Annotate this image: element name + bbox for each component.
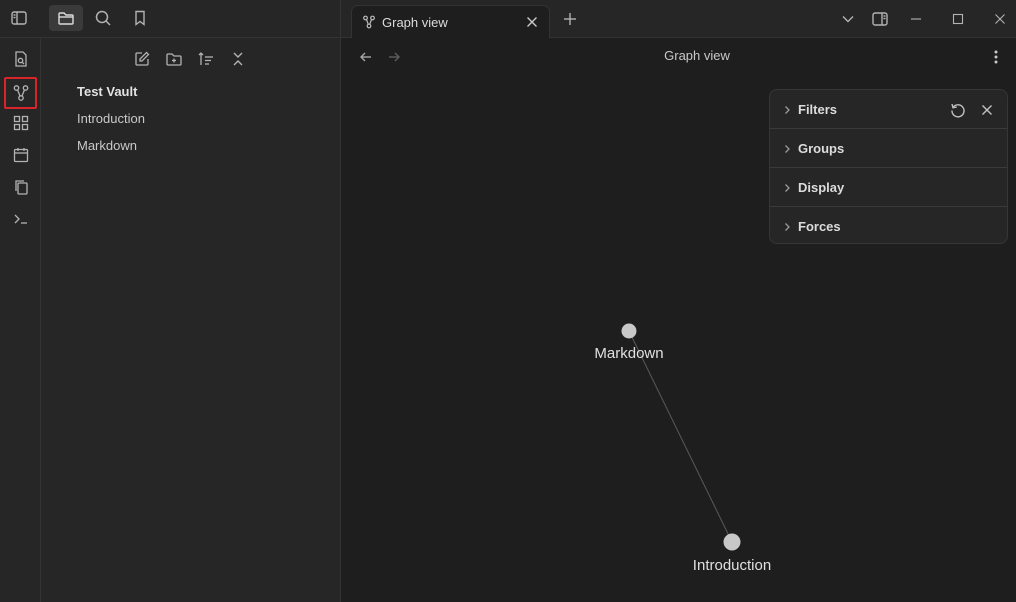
graph-edge [628, 330, 733, 543]
chevron-right-icon [782, 144, 792, 154]
maximize-button[interactable] [948, 9, 968, 29]
section-groups[interactable]: Groups [770, 129, 1007, 168]
collapse-all-button[interactable] [227, 48, 249, 70]
reset-icon [951, 103, 965, 118]
close-tab-icon[interactable] [525, 15, 539, 29]
graph-settings-panel: Filters Groups Display Forces [769, 89, 1008, 244]
toggle-right-sidebar-button[interactable] [870, 9, 890, 29]
new-tab-button[interactable] [560, 9, 580, 29]
graph-icon [13, 85, 28, 101]
graph-node-label: Markdown [594, 345, 664, 362]
new-note-button[interactable] [131, 48, 153, 70]
tab-graph-view[interactable]: Graph view [351, 5, 550, 38]
file-item-markdown[interactable]: Markdown [77, 138, 145, 165]
graph-node-introduction[interactable] [723, 533, 741, 551]
search-icon [95, 10, 111, 26]
new-folder-button[interactable] [163, 48, 185, 70]
minimize-button[interactable] [906, 9, 926, 29]
section-filters[interactable]: Filters [770, 90, 1007, 129]
graph-node-label: Introduction [692, 557, 772, 574]
open-quick-switcher-button[interactable] [5, 45, 36, 73]
section-label: Filters [798, 102, 838, 117]
close-window-button[interactable] [990, 9, 1010, 29]
open-graph-view-button[interactable] [4, 77, 37, 109]
open-daily-note-button[interactable] [5, 141, 36, 169]
toggle-sidebar-button[interactable] [2, 5, 36, 31]
search-tab-button[interactable] [86, 5, 120, 31]
section-forces[interactable]: Forces [770, 207, 1007, 246]
graph-view-pane: Graph view Markdown Introduction Filters… [341, 38, 1016, 602]
copy-icon [14, 180, 28, 195]
sidebar-header [0, 0, 341, 38]
maximize-icon [952, 13, 964, 25]
open-canvas-button[interactable] [5, 109, 36, 137]
bookmarks-tab-button[interactable] [123, 5, 157, 31]
grid-icon [13, 115, 28, 131]
file-explorer: Test Vault Introduction Markdown [41, 38, 341, 602]
title-bar: Graph view [0, 0, 1016, 38]
vault-root[interactable]: Test Vault [77, 84, 145, 111]
tab-label: Graph view [382, 14, 448, 30]
bookmark-icon [135, 10, 145, 26]
close-icon [982, 105, 992, 115]
insert-template-button[interactable] [5, 173, 36, 201]
chevron-right-icon [782, 183, 792, 193]
sort-button[interactable] [195, 48, 217, 70]
restore-defaults-button[interactable] [949, 101, 967, 119]
graph-node-markdown[interactable] [621, 323, 637, 339]
calendar-icon [13, 148, 28, 163]
right-sidebar-icon [872, 12, 888, 26]
chevron-right-icon [782, 222, 792, 232]
terminal-icon [14, 214, 27, 224]
minimize-icon [911, 18, 921, 20]
section-display[interactable]: Display [770, 168, 1007, 207]
chevron-down-icon [842, 16, 854, 23]
chevron-right-icon [782, 105, 792, 115]
open-command-palette-button[interactable] [5, 205, 36, 233]
section-label: Forces [798, 219, 841, 234]
sidebar-toggle-icon [11, 11, 27, 25]
file-item-introduction[interactable]: Introduction [77, 111, 145, 138]
ribbon [0, 38, 41, 602]
files-tab-button[interactable] [49, 5, 83, 31]
folder-plus-icon [166, 53, 182, 66]
close-settings-button[interactable] [978, 101, 996, 119]
plus-icon [564, 13, 576, 25]
edit-icon [135, 51, 150, 66]
folder-icon [58, 12, 74, 25]
file-tree: Test Vault Introduction Markdown [77, 84, 145, 165]
collapse-icon [233, 52, 243, 66]
sort-icon [198, 52, 213, 65]
section-label: Groups [798, 141, 845, 156]
file-search-icon [14, 51, 27, 67]
explorer-toolbar [131, 48, 249, 70]
tab-list-button[interactable] [838, 9, 858, 29]
close-icon [995, 14, 1005, 24]
section-label: Display [798, 180, 845, 195]
graph-icon [362, 15, 376, 29]
